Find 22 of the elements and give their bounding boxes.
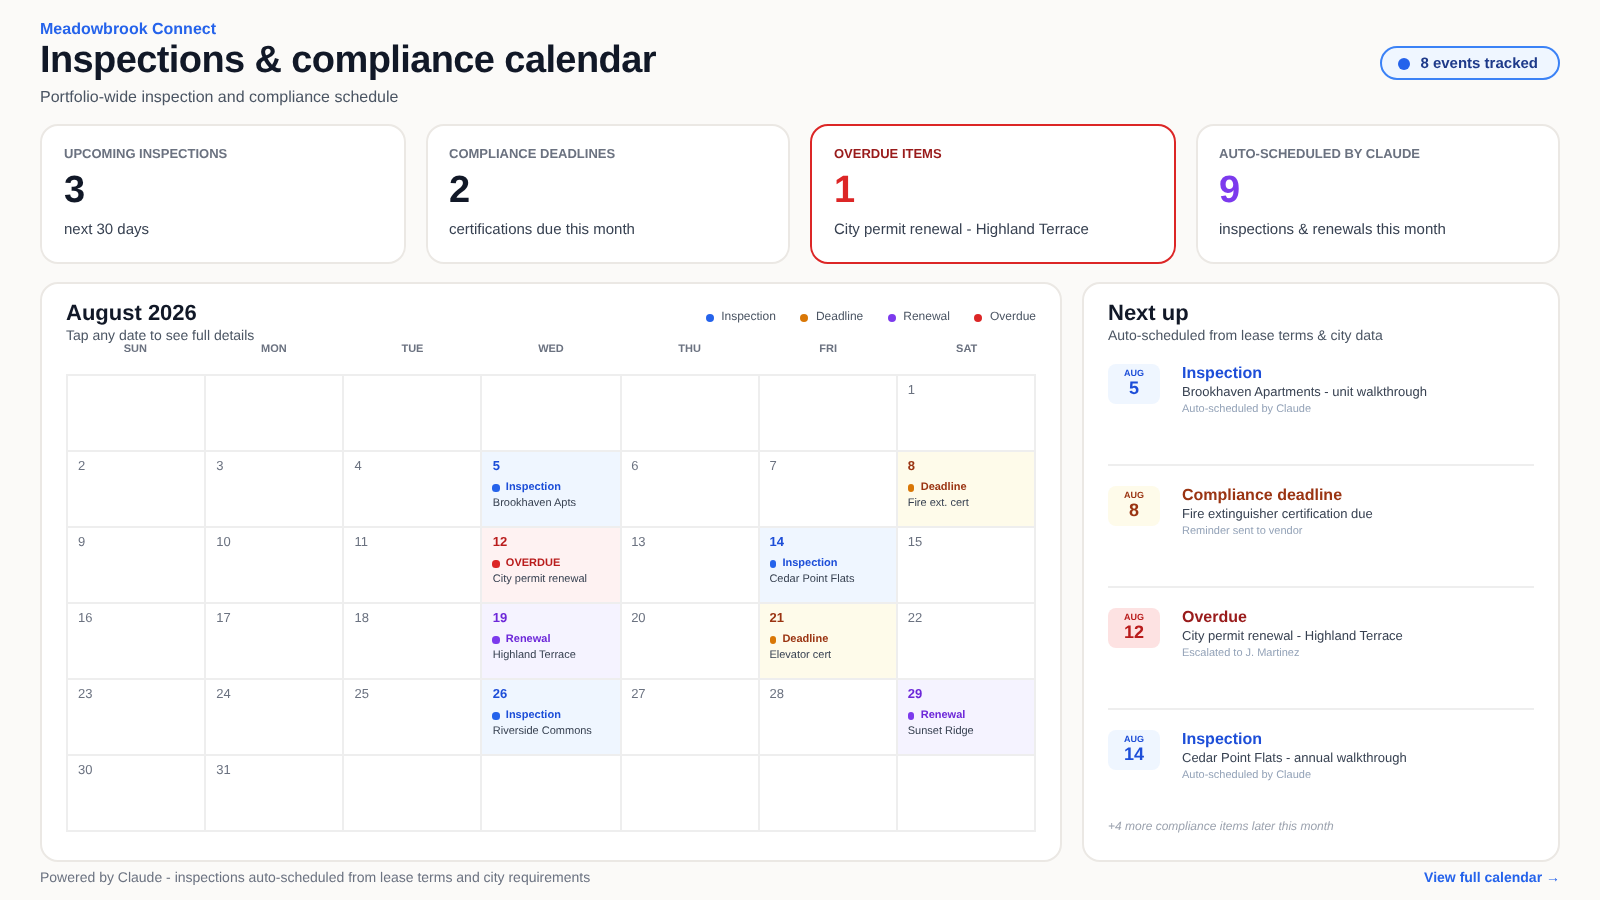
event-dot-icon (492, 560, 500, 568)
event-dot-icon (907, 484, 915, 492)
calendar-title: August 2026 (66, 302, 199, 326)
event-dot-icon (492, 636, 500, 644)
page-title: Inspections & compliance calendar (40, 40, 656, 84)
stat-value: 9 (1219, 170, 1243, 214)
event-title[interactable]: Overdue (1182, 608, 1403, 626)
event-title[interactable]: Compliance deadline (1182, 486, 1373, 504)
next-up-title: Next up (1108, 302, 1191, 326)
brand-name: Meadowbrook Connect (40, 20, 219, 38)
event-dot-icon (907, 712, 915, 720)
status-dot-icon (1398, 57, 1411, 69)
stat-value: 3 (64, 170, 88, 214)
event-dot-icon (769, 560, 777, 568)
event-dot-icon (769, 636, 777, 644)
page-subtitle: Portfolio-wide inspection and compliance schedule (40, 88, 401, 106)
event-title[interactable]: Inspection (1182, 730, 1407, 748)
event-title[interactable]: Inspection (1182, 364, 1427, 382)
event-dot-icon (492, 712, 500, 720)
stat-value: 1 (834, 170, 858, 214)
event-dot-icon (492, 484, 500, 492)
stat-value: 2 (449, 170, 473, 214)
